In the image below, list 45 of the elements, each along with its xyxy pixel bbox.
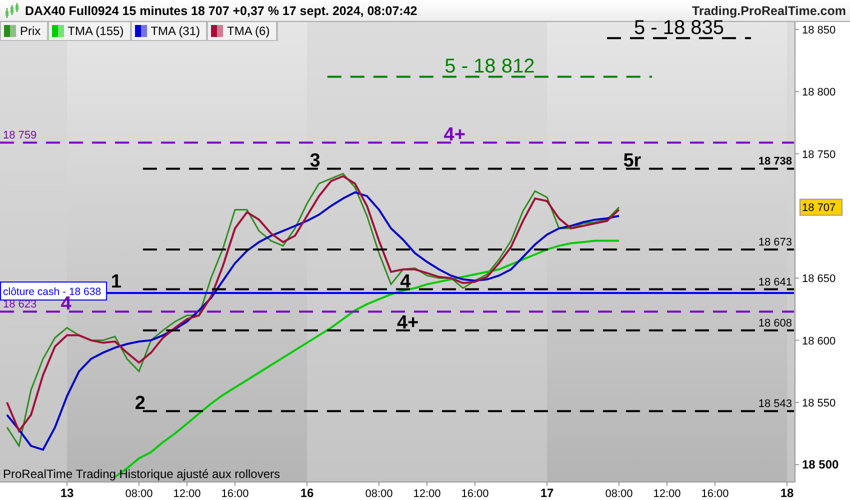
wave-label: 1: [110, 271, 122, 292]
x-axis-label: 12:00: [173, 488, 201, 500]
legend-item[interactable]: Prix: [0, 22, 48, 41]
level-value-label: 5 - 18 812: [444, 56, 535, 78]
x-axis-label: 16:00: [701, 488, 729, 500]
level-value-label: 18 608: [758, 317, 792, 330]
y-axis-label: 18 650: [802, 273, 836, 286]
candlestick-icon: [4, 2, 20, 18]
legend-item[interactable]: TMA (6): [207, 22, 277, 41]
level-value-label: 18 759: [3, 130, 37, 142]
x-axis-label: 08:00: [125, 488, 153, 500]
level-value-label: 5 - 18 835: [634, 17, 724, 40]
x-axis-label: 16:00: [221, 488, 249, 500]
x-axis-label: 16:00: [461, 488, 489, 500]
legend-item[interactable]: TMA (155): [48, 22, 131, 41]
wave-label: 5r: [623, 150, 642, 172]
x-axis-label: 16: [300, 486, 314, 500]
level-value-label: 18 623: [3, 298, 37, 311]
wave-label: 4: [400, 271, 411, 292]
level-value-label: 18 738: [758, 156, 792, 168]
x-axis-label: 13: [60, 486, 74, 500]
x-axis-label: 08:00: [365, 488, 393, 500]
level-value-label: 18 673: [758, 236, 792, 249]
y-axis-label: 18 800: [802, 86, 836, 99]
wave-label: 4+: [444, 124, 466, 146]
level-value-label: 18 641: [758, 276, 792, 288]
wave-label: 2: [134, 393, 146, 414]
x-axis-label: 12:00: [413, 488, 441, 500]
y-axis-label: 18 750: [802, 148, 836, 161]
y-axis-label: 18 600: [802, 335, 836, 348]
wave-label: 4+: [396, 312, 419, 334]
x-axis-label: 17: [540, 486, 554, 500]
footnote: ProRealTime Trading Historique ajusté aux rollovers: [3, 467, 280, 481]
y-axis-label: 18 500: [802, 458, 839, 472]
level-value-label: 18 543: [758, 398, 792, 410]
last-price-marker: 18 707: [800, 198, 842, 216]
y-axis-label: 18 550: [802, 397, 836, 410]
chart-title: DAX40 Full0924 15 minutes 18 707 +0,37 % 17 sept. 2024, 08:07:42: [25, 4, 418, 18]
y-axis-label: 18 850: [802, 24, 836, 36]
legend-item[interactable]: TMA (31): [130, 22, 208, 41]
wave-label: 3: [310, 150, 320, 172]
x-axis-label: 08:00: [605, 488, 633, 500]
x-axis-label: 12:00: [653, 488, 681, 500]
site-label: Trading.ProRealTime.com: [692, 4, 846, 18]
x-axis-label: 18: [780, 486, 794, 500]
